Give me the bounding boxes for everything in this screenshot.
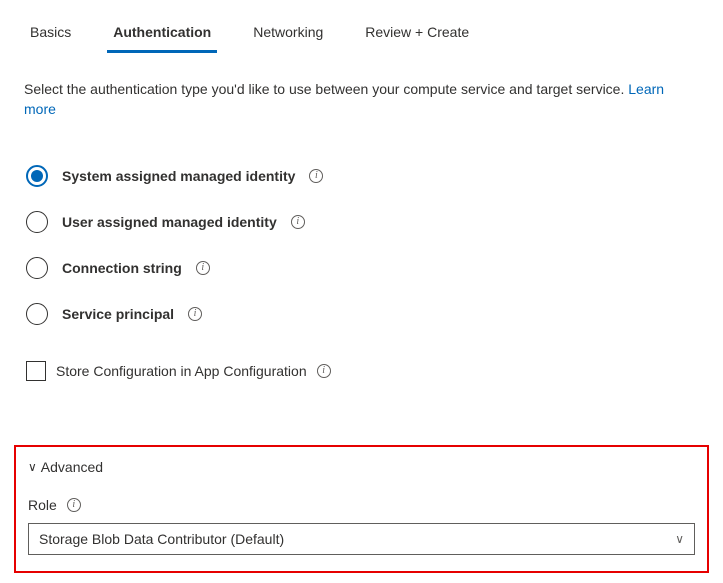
tab-basics[interactable]: Basics xyxy=(24,18,77,53)
radio-user-identity[interactable]: User assigned managed identity i xyxy=(24,211,699,233)
info-icon[interactable]: i xyxy=(317,364,331,378)
chevron-down-icon: ∨ xyxy=(675,532,684,546)
radio-user-identity-label: User assigned managed identity xyxy=(62,214,277,230)
info-icon[interactable]: i xyxy=(291,215,305,229)
radio-button-icon xyxy=(26,303,48,325)
info-icon[interactable]: i xyxy=(67,498,81,512)
info-icon[interactable]: i xyxy=(196,261,210,275)
auth-description-text: Select the authentication type you'd lik… xyxy=(24,81,624,97)
tab-review-create[interactable]: Review + Create xyxy=(359,18,475,53)
radio-connection-string[interactable]: Connection string i xyxy=(24,257,699,279)
auth-type-radio-group: System assigned managed identity i User … xyxy=(24,165,699,325)
role-label: Role xyxy=(28,497,57,513)
info-icon[interactable]: i xyxy=(309,169,323,183)
chevron-down-icon: ∨ xyxy=(28,461,37,473)
content-area: Select the authentication type you'd lik… xyxy=(0,53,723,401)
radio-service-principal-label: Service principal xyxy=(62,306,174,322)
info-icon[interactable]: i xyxy=(188,307,202,321)
store-config-label: Store Configuration in App Configuration xyxy=(56,363,307,379)
radio-system-identity[interactable]: System assigned managed identity i xyxy=(24,165,699,187)
store-config-checkbox[interactable] xyxy=(26,361,46,381)
advanced-header-label: Advanced xyxy=(41,459,103,475)
role-select-value: Storage Blob Data Contributor (Default) xyxy=(39,531,284,547)
radio-button-icon xyxy=(26,211,48,233)
tab-authentication[interactable]: Authentication xyxy=(107,18,217,53)
radio-service-principal[interactable]: Service principal i xyxy=(24,303,699,325)
advanced-section: ∨ Advanced Role i Storage Blob Data Cont… xyxy=(14,445,709,573)
tab-networking[interactable]: Networking xyxy=(247,18,329,53)
radio-system-identity-label: System assigned managed identity xyxy=(62,168,295,184)
auth-description: Select the authentication type you'd lik… xyxy=(24,79,699,119)
role-select[interactable]: Storage Blob Data Contributor (Default) … xyxy=(28,523,695,555)
radio-button-icon xyxy=(26,165,48,187)
advanced-toggle[interactable]: ∨ Advanced xyxy=(28,459,695,475)
radio-button-icon xyxy=(26,257,48,279)
store-config-row: Store Configuration in App Configuration… xyxy=(24,361,699,381)
role-label-row: Role i xyxy=(28,497,695,513)
tabs-bar: Basics Authentication Networking Review … xyxy=(0,0,723,53)
radio-connection-string-label: Connection string xyxy=(62,260,182,276)
